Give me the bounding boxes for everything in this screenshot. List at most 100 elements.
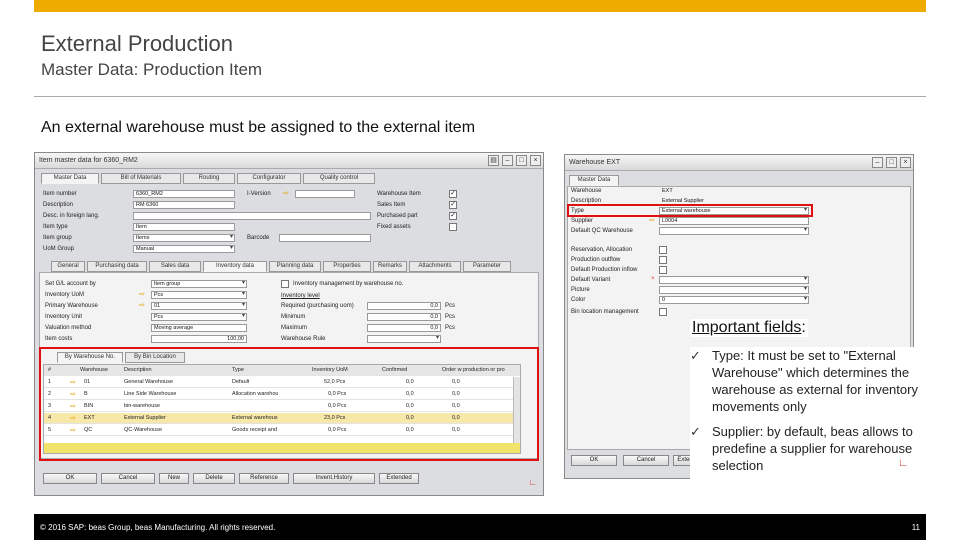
- footer-bar: © 2016 SAP: beas Group, beas Manufacturi…: [34, 514, 926, 540]
- cancel-button[interactable]: Cancel: [623, 455, 669, 466]
- primary-warehouse-select[interactable]: 01: [151, 302, 247, 310]
- inventory-unit-select[interactable]: Pcs: [151, 313, 247, 321]
- tab-master-data[interactable]: Master Data: [569, 175, 619, 186]
- important-fields-heading: Important fields:: [690, 319, 808, 337]
- tab-master-data[interactable]: Master Data: [41, 173, 99, 184]
- slide-subtitle: Master Data: Production Item: [41, 60, 263, 79]
- unit-label: Pcs: [445, 325, 456, 331]
- link-arrow-icon[interactable]: ⇨: [283, 189, 289, 197]
- field-label: Item group: [43, 235, 72, 241]
- default-qc-warehouse-select[interactable]: [659, 227, 809, 235]
- lead-text: An external warehouse must be assigned t…: [41, 119, 476, 136]
- reservation-checkbox[interactable]: [659, 246, 667, 254]
- i-version-label: I-Version: [247, 191, 271, 197]
- extended-button[interactable]: Extended: [379, 473, 419, 484]
- delete-button[interactable]: Delete: [193, 473, 235, 484]
- warehouse-grid-highlight: [39, 347, 539, 461]
- cancel-button[interactable]: Cancel: [101, 473, 155, 484]
- resize-grip-icon[interactable]: ∟: [528, 477, 537, 487]
- invent-history-button[interactable]: Invent.History: [293, 473, 375, 484]
- purchased-part-checkbox[interactable]: ✓: [449, 212, 457, 220]
- link-arrow-icon[interactable]: ⇨: [649, 216, 655, 224]
- bullet-text: Supplier: by default, beas allows to pre…: [712, 424, 913, 473]
- barcode-input[interactable]: [279, 234, 371, 242]
- required-marker-icon: ×: [651, 276, 655, 282]
- valuation-method-field: Moving average: [151, 324, 247, 332]
- close-icon[interactable]: ×: [530, 155, 541, 166]
- bin-location-checkbox[interactable]: [659, 308, 667, 316]
- fixed-assets-checkbox[interactable]: [449, 223, 457, 231]
- subtab-attachments[interactable]: Attachments: [409, 261, 461, 272]
- minimum-input[interactable]: 0,0: [367, 313, 441, 321]
- subtab-sales-data[interactable]: Sales data: [149, 261, 201, 272]
- maximize-icon[interactable]: □: [516, 155, 527, 166]
- item-master-window: Item master data for 6360_RM2 ▤ – □ × Ma…: [34, 152, 544, 496]
- new-button[interactable]: New: [159, 473, 189, 484]
- subtab-planning-data[interactable]: Planning data: [269, 261, 321, 272]
- field-label: UoM Group: [43, 246, 75, 252]
- tab-routing[interactable]: Routing: [183, 173, 235, 184]
- manage-by-warehouse-label: Inventory management by warehouse no.: [293, 281, 404, 287]
- bullet-text: Type: It must be set to "External Wareho…: [712, 348, 918, 414]
- required-qty-input[interactable]: 0,0: [367, 302, 441, 310]
- subtab-purchasing-data[interactable]: Purchasing data: [87, 261, 147, 272]
- minimize-icon[interactable]: –: [872, 157, 883, 168]
- minimize-icon[interactable]: –: [502, 155, 513, 166]
- wh-field-label: Default Variant: [571, 277, 611, 283]
- subtab-general[interactable]: General: [51, 261, 85, 272]
- unit-label: Pcs: [445, 303, 456, 309]
- item-window-title: Item master data for 6360_RM2: [39, 157, 138, 164]
- wh-field-label: Default QC Warehouse: [571, 228, 633, 234]
- tab-quality-control[interactable]: Quality control: [303, 173, 375, 184]
- wh-field-label: Supplier: [571, 218, 594, 224]
- maximize-icon[interactable]: □: [886, 157, 897, 168]
- warehouse-rule-select[interactable]: [367, 335, 441, 343]
- foreign-desc-input[interactable]: [133, 212, 371, 220]
- item-window-titlebar: Item master data for 6360_RM2 ▤ – □ ×: [35, 153, 543, 169]
- list-item: ✓ Type: It must be set to "External Ware…: [690, 347, 928, 415]
- manage-by-warehouse-checkbox[interactable]: [281, 280, 289, 288]
- copyright-text: © 2016 SAP: beas Group, beas Manufacturi…: [40, 523, 276, 532]
- wh-check-label: Default Production inflow: [571, 267, 638, 273]
- description-input[interactable]: RM 6360: [133, 201, 235, 209]
- slide-title: External Production: [41, 31, 233, 56]
- resize-grip-icon: ∟: [898, 457, 909, 469]
- accent-bar: [34, 0, 926, 12]
- maximum-input[interactable]: 0,0: [367, 324, 441, 332]
- picture-select[interactable]: [659, 286, 809, 294]
- link-arrow-icon[interactable]: ⇨: [139, 290, 145, 298]
- inv-label: Set G/L account by: [45, 281, 96, 287]
- reference-button[interactable]: Reference: [239, 473, 289, 484]
- production-outflow-checkbox[interactable]: [659, 256, 667, 264]
- tab-bill-of-materials[interactable]: Bill of Materials: [101, 173, 181, 184]
- wh-check-label: Production outflow: [571, 257, 621, 263]
- uom-group-select[interactable]: Manual: [133, 245, 235, 253]
- ok-button[interactable]: OK: [571, 455, 617, 466]
- warehouse-item-checkbox[interactable]: ✓: [449, 190, 457, 198]
- subtab-parameter[interactable]: Parameter: [463, 261, 511, 272]
- inventory-uom-select[interactable]: Pcs: [151, 291, 247, 299]
- inv-label: Item costs: [45, 336, 73, 342]
- item-group-select[interactable]: Items: [133, 234, 235, 242]
- gl-account-select[interactable]: Item group: [151, 280, 247, 288]
- check-label: Sales Item: [377, 202, 406, 208]
- color-select[interactable]: 0: [659, 296, 809, 304]
- type-field-highlight: [567, 204, 813, 217]
- subtab-inventory-data[interactable]: Inventory data: [203, 261, 267, 272]
- important-fields-text: Important fields: [692, 319, 802, 336]
- close-icon[interactable]: ×: [900, 157, 911, 168]
- link-arrow-icon[interactable]: ⇨: [139, 301, 145, 309]
- ok-button[interactable]: OK: [43, 473, 97, 484]
- tab-configurator[interactable]: Configurator: [237, 173, 301, 184]
- item-number-input[interactable]: 6360_RM2: [133, 190, 235, 198]
- item-type-input[interactable]: Item: [133, 223, 235, 231]
- production-inflow-checkbox[interactable]: [659, 266, 667, 274]
- window-menu-icon[interactable]: ▤: [488, 155, 499, 166]
- subtab-properties[interactable]: Properties: [323, 261, 371, 272]
- supplier-input[interactable]: L0004: [659, 217, 809, 225]
- default-variant-select[interactable]: [659, 276, 809, 284]
- sales-item-checkbox[interactable]: ✓: [449, 201, 457, 209]
- i-version-input[interactable]: [295, 190, 355, 198]
- subtab-remarks[interactable]: Remarks: [373, 261, 407, 272]
- item-costs-field: 100,00: [151, 335, 247, 343]
